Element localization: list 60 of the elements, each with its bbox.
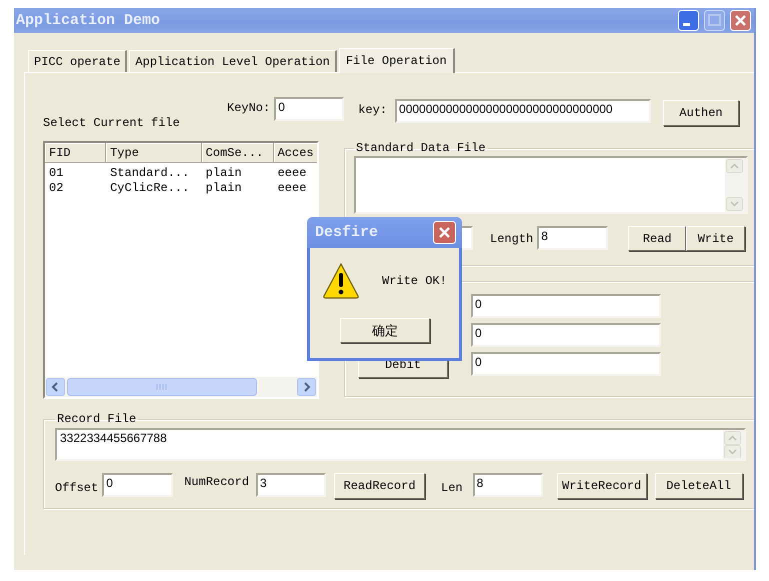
keyno-field[interactable]: 0 bbox=[274, 97, 344, 121]
ok-button[interactable]: 确定 bbox=[340, 318, 430, 343]
delete-all-button[interactable]: DeleteAll bbox=[654, 473, 743, 499]
select-file-label: Select Current file bbox=[43, 116, 181, 130]
record-data-area[interactable]: 3322334455667788 bbox=[55, 428, 746, 461]
scroll-up-icon[interactable] bbox=[726, 159, 743, 173]
value-field[interactable]: 0 bbox=[471, 323, 661, 347]
scroll-left-icon[interactable] bbox=[46, 378, 65, 396]
tab[interactable]: PICC operate bbox=[28, 50, 128, 72]
table-cell-text: eeee bbox=[276, 181, 308, 196]
column-header[interactable]: ComSe... bbox=[202, 143, 274, 163]
keyno-label: KeyNo: bbox=[227, 101, 270, 115]
scroll-thumb[interactable] bbox=[67, 378, 257, 396]
close-icon[interactable] bbox=[730, 10, 751, 31]
length-field[interactable]: 8 bbox=[537, 226, 608, 250]
write-button[interactable]: Write bbox=[686, 226, 746, 251]
table-cell-text: Standard... bbox=[109, 166, 190, 181]
numrecord-label: NumRecord bbox=[184, 475, 250, 489]
key-field[interactable]: 00000000000000000000000000000000 bbox=[395, 99, 652, 123]
column-header[interactable]: FID bbox=[45, 143, 106, 163]
scrollbar[interactable] bbox=[725, 158, 746, 212]
value-field[interactable]: 0 bbox=[471, 294, 661, 318]
read-record-button[interactable]: ReadRecord bbox=[334, 473, 426, 499]
scrollbar[interactable] bbox=[723, 430, 744, 459]
scroll-down-icon[interactable] bbox=[726, 197, 743, 211]
warning-icon bbox=[322, 262, 360, 300]
write-record-button[interactable]: WriteRecord bbox=[556, 473, 647, 499]
length-label: Length bbox=[490, 232, 534, 246]
group-title: Standard Data File bbox=[355, 141, 487, 155]
scroll-down-icon[interactable] bbox=[724, 444, 741, 458]
minimize-icon[interactable] bbox=[678, 10, 699, 31]
tab[interactable]: File Operation bbox=[338, 48, 455, 73]
table-cell-text: eeee bbox=[276, 166, 308, 181]
table-cell-text: CyClicRe... bbox=[109, 181, 190, 196]
close-icon[interactable] bbox=[433, 221, 456, 244]
numrecord-field[interactable]: 3 bbox=[256, 473, 326, 497]
column-header[interactable]: Acces bbox=[274, 143, 317, 163]
key-label: key: bbox=[358, 103, 388, 117]
maximize-icon[interactable] bbox=[704, 10, 725, 31]
group-title: Record File bbox=[56, 412, 138, 426]
tab[interactable]: Application Level Operation bbox=[129, 50, 337, 72]
scrollbar[interactable] bbox=[45, 377, 317, 397]
offset-field[interactable]: 0 bbox=[102, 473, 174, 497]
len-label: Len bbox=[441, 481, 463, 495]
table-cell-text: 01 bbox=[48, 166, 64, 181]
scroll-up-icon[interactable] bbox=[724, 431, 741, 444]
table-cell-text: 02 bbox=[48, 181, 64, 196]
window-title: Application Demo bbox=[16, 12, 162, 29]
table-cell-text: plain bbox=[204, 181, 243, 196]
read-button[interactable]: Read bbox=[628, 226, 686, 251]
value-field[interactable]: 0 bbox=[471, 352, 661, 376]
offset-label: Offset bbox=[55, 481, 98, 495]
dialog-title: Desfire bbox=[315, 224, 380, 241]
scroll-right-icon[interactable] bbox=[297, 378, 316, 396]
data-area[interactable] bbox=[354, 156, 748, 214]
column-header[interactable]: Type bbox=[106, 143, 202, 163]
table-cell-text: plain bbox=[204, 166, 243, 181]
authen-button[interactable]: Authen bbox=[663, 100, 740, 126]
len-field[interactable]: 8 bbox=[472, 473, 543, 497]
dialog-message: Write OK! bbox=[382, 274, 447, 288]
